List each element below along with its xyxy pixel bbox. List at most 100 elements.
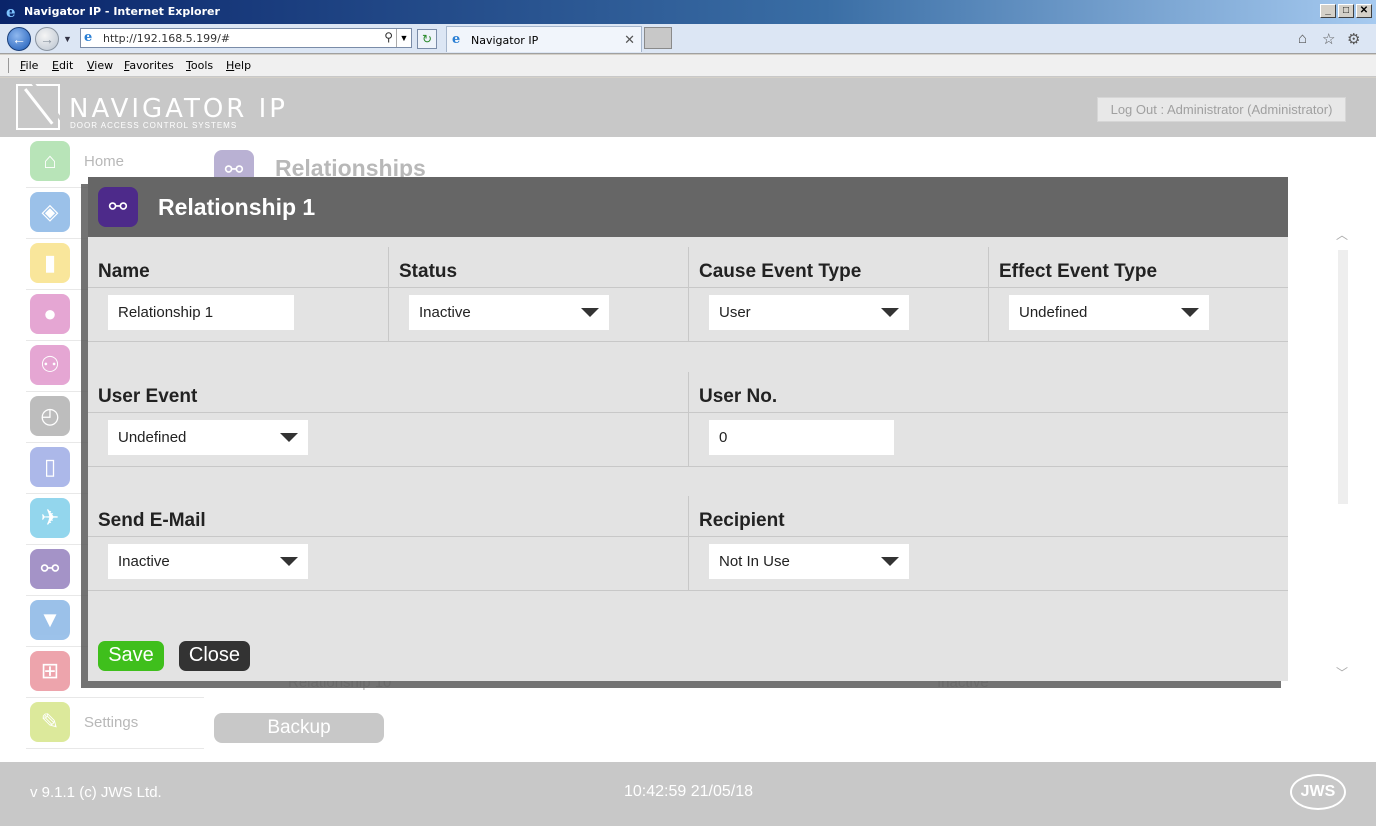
chevron-down-icon xyxy=(280,433,298,442)
status-label: Status xyxy=(399,261,458,282)
send-email-label: Send E-Mail xyxy=(98,510,206,531)
effect-event-type-select[interactable]: Undefined xyxy=(1009,295,1209,330)
send-email-cell: Send E-Mail Inactive xyxy=(88,496,688,590)
logout-button[interactable]: Log Out : Administrator (Administrator) xyxy=(1097,97,1346,122)
datetime-text: 10:42:59 21/05/18 xyxy=(624,783,754,800)
maximize-button[interactable]: □ xyxy=(1338,4,1354,18)
send-email-select[interactable]: Inactive xyxy=(108,544,308,579)
scroll-up-icon[interactable]: ︿ xyxy=(1336,226,1348,243)
user-no-label: User No. xyxy=(699,386,778,407)
menu-help[interactable]: Help xyxy=(226,59,251,72)
user-event-value: Undefined xyxy=(118,429,187,446)
home-icon: ⌂ xyxy=(30,141,70,181)
new-tab-button[interactable] xyxy=(644,27,672,49)
user-event-cell: User Event Undefined xyxy=(88,372,688,466)
ie-favicon-icon: e xyxy=(452,32,461,47)
list-scrollbar[interactable]: ︿ ﹀ xyxy=(1336,214,1350,690)
address-bar-row: ← → ▼ e http://192.168.5.199/# ⚲ ▼ ↻ e N… xyxy=(0,24,1376,54)
cause-event-type-cell: Cause Event Type User xyxy=(688,247,988,341)
logo-text: NAVIGATOR IP xyxy=(69,94,288,124)
form-row-2: User Event Undefined User No. 0 xyxy=(88,372,1288,467)
address-input[interactable]: e http://192.168.5.199/# ⚲ ▼ xyxy=(80,28,412,48)
navigator-logo-icon xyxy=(16,84,60,130)
url-text: http://192.168.5.199/# xyxy=(103,32,231,45)
back-button[interactable]: ← xyxy=(7,27,31,51)
sidebar-item-settings[interactable]: ✎ Settings xyxy=(26,698,204,749)
user-no-cell: User No. 0 xyxy=(688,372,1288,466)
recipient-value: Not In Use xyxy=(719,553,790,570)
link-icon: ⚯ xyxy=(30,549,70,589)
history-dropdown-icon[interactable]: ▼ xyxy=(63,34,72,44)
menu-tools[interactable]: Tools xyxy=(186,59,213,72)
scroll-thumb[interactable] xyxy=(1338,250,1348,504)
link-icon: ⚯ xyxy=(98,187,138,227)
tab-label: Navigator IP xyxy=(471,34,539,47)
home-icon[interactable]: ⌂ xyxy=(1298,30,1307,47)
form-row-3: Send E-Mail Inactive Recipient Not In Us… xyxy=(88,496,1288,591)
recipient-select[interactable]: Not In Use xyxy=(709,544,909,579)
menu-favorites[interactable]: Favorites xyxy=(124,59,174,72)
chevron-down-icon xyxy=(1181,308,1199,317)
effect-event-type-label: Effect Event Type xyxy=(999,261,1158,282)
ie-favicon-icon: e xyxy=(84,30,93,45)
version-text: v 9.1.1 (c) JWS Ltd. xyxy=(30,784,162,801)
chevron-down-icon xyxy=(280,557,298,566)
diamond-grid-icon: ◈ xyxy=(30,192,70,232)
wrench-icon: ✎ xyxy=(30,702,70,742)
settings-gear-icon[interactable]: ⚙ xyxy=(1347,30,1360,48)
name-label: Name xyxy=(98,261,150,282)
scroll-down-icon[interactable]: ﹀ xyxy=(1336,664,1348,681)
favorites-star-icon[interactable]: ☆ xyxy=(1322,30,1335,48)
jws-logo: JWS xyxy=(1290,774,1346,810)
sidebar-item-label: Settings xyxy=(84,714,139,731)
status-select[interactable]: Inactive xyxy=(409,295,609,330)
tie-icon: ▼ xyxy=(30,600,70,640)
close-tab-icon[interactable]: ✕ xyxy=(624,32,635,48)
app-header: NAVIGATOR IP DOOR ACCESS CONTROL SYSTEMS… xyxy=(0,78,1376,137)
backup-button[interactable]: Backup xyxy=(214,713,384,743)
cause-event-type-select[interactable]: User xyxy=(709,295,909,330)
ie-logo-icon: e xyxy=(6,3,16,21)
effect-event-type-cell: Effect Event Type Undefined xyxy=(988,247,1288,341)
chevron-down-icon xyxy=(881,308,899,317)
user-no-input[interactable]: 0 xyxy=(709,420,894,455)
recipient-label: Recipient xyxy=(699,510,785,531)
sidebar-item-label: Home xyxy=(84,153,125,170)
form-row-1: Name Relationship 1 Status Inactive Caus… xyxy=(88,247,1288,342)
search-icon[interactable]: ⚲ xyxy=(384,30,393,44)
refresh-button[interactable]: ↻ xyxy=(417,29,437,49)
group-icon: ⚇ xyxy=(30,345,70,385)
network-icon: ⊞ xyxy=(30,651,70,691)
name-cell: Name Relationship 1 xyxy=(88,247,388,341)
cause-event-type-label: Cause Event Type xyxy=(699,261,862,282)
window-title-bar: e Navigator IP - Internet Explorer _ □ ✕ xyxy=(0,0,1376,24)
menu-bar: File Edit View Favorites Tools Help xyxy=(0,55,1376,77)
menu-file[interactable]: File xyxy=(20,59,38,72)
dialog-title: Relationship 1 xyxy=(158,194,316,220)
menu-view[interactable]: View xyxy=(87,59,113,72)
minimize-button[interactable]: _ xyxy=(1320,4,1336,18)
window-title: Navigator IP - Internet Explorer xyxy=(24,5,220,18)
save-button[interactable]: Save xyxy=(98,641,164,671)
clock-icon: ◴ xyxy=(30,396,70,436)
recipient-cell: Recipient Not In Use xyxy=(688,496,1288,590)
status-value: Inactive xyxy=(419,304,471,321)
effect-event-type-value: Undefined xyxy=(1019,304,1088,321)
user-event-select[interactable]: Undefined xyxy=(108,420,308,455)
chevron-down-icon xyxy=(881,557,899,566)
cause-event-type-value: User xyxy=(719,304,751,321)
close-window-button[interactable]: ✕ xyxy=(1356,4,1372,18)
bar-chart-icon: ▮ xyxy=(30,243,70,283)
tab-navigator-ip[interactable]: e Navigator IP ✕ xyxy=(446,26,642,52)
logo-subtext: DOOR ACCESS CONTROL SYSTEMS xyxy=(70,121,238,130)
menu-edit[interactable]: Edit xyxy=(52,59,73,72)
close-button[interactable]: Close xyxy=(179,641,250,671)
plane-icon: ✈ xyxy=(30,498,70,538)
name-input[interactable]: Relationship 1 xyxy=(108,295,294,330)
relationship-dialog: ⚯ Relationship 1 Name Relationship 1 Sta… xyxy=(88,177,1288,681)
address-dropdown-icon[interactable]: ▼ xyxy=(396,29,411,47)
menu-grip xyxy=(8,58,10,73)
user-icon: ● xyxy=(30,294,70,334)
status-cell: Status Inactive xyxy=(388,247,688,341)
forward-button[interactable]: → xyxy=(35,27,59,51)
